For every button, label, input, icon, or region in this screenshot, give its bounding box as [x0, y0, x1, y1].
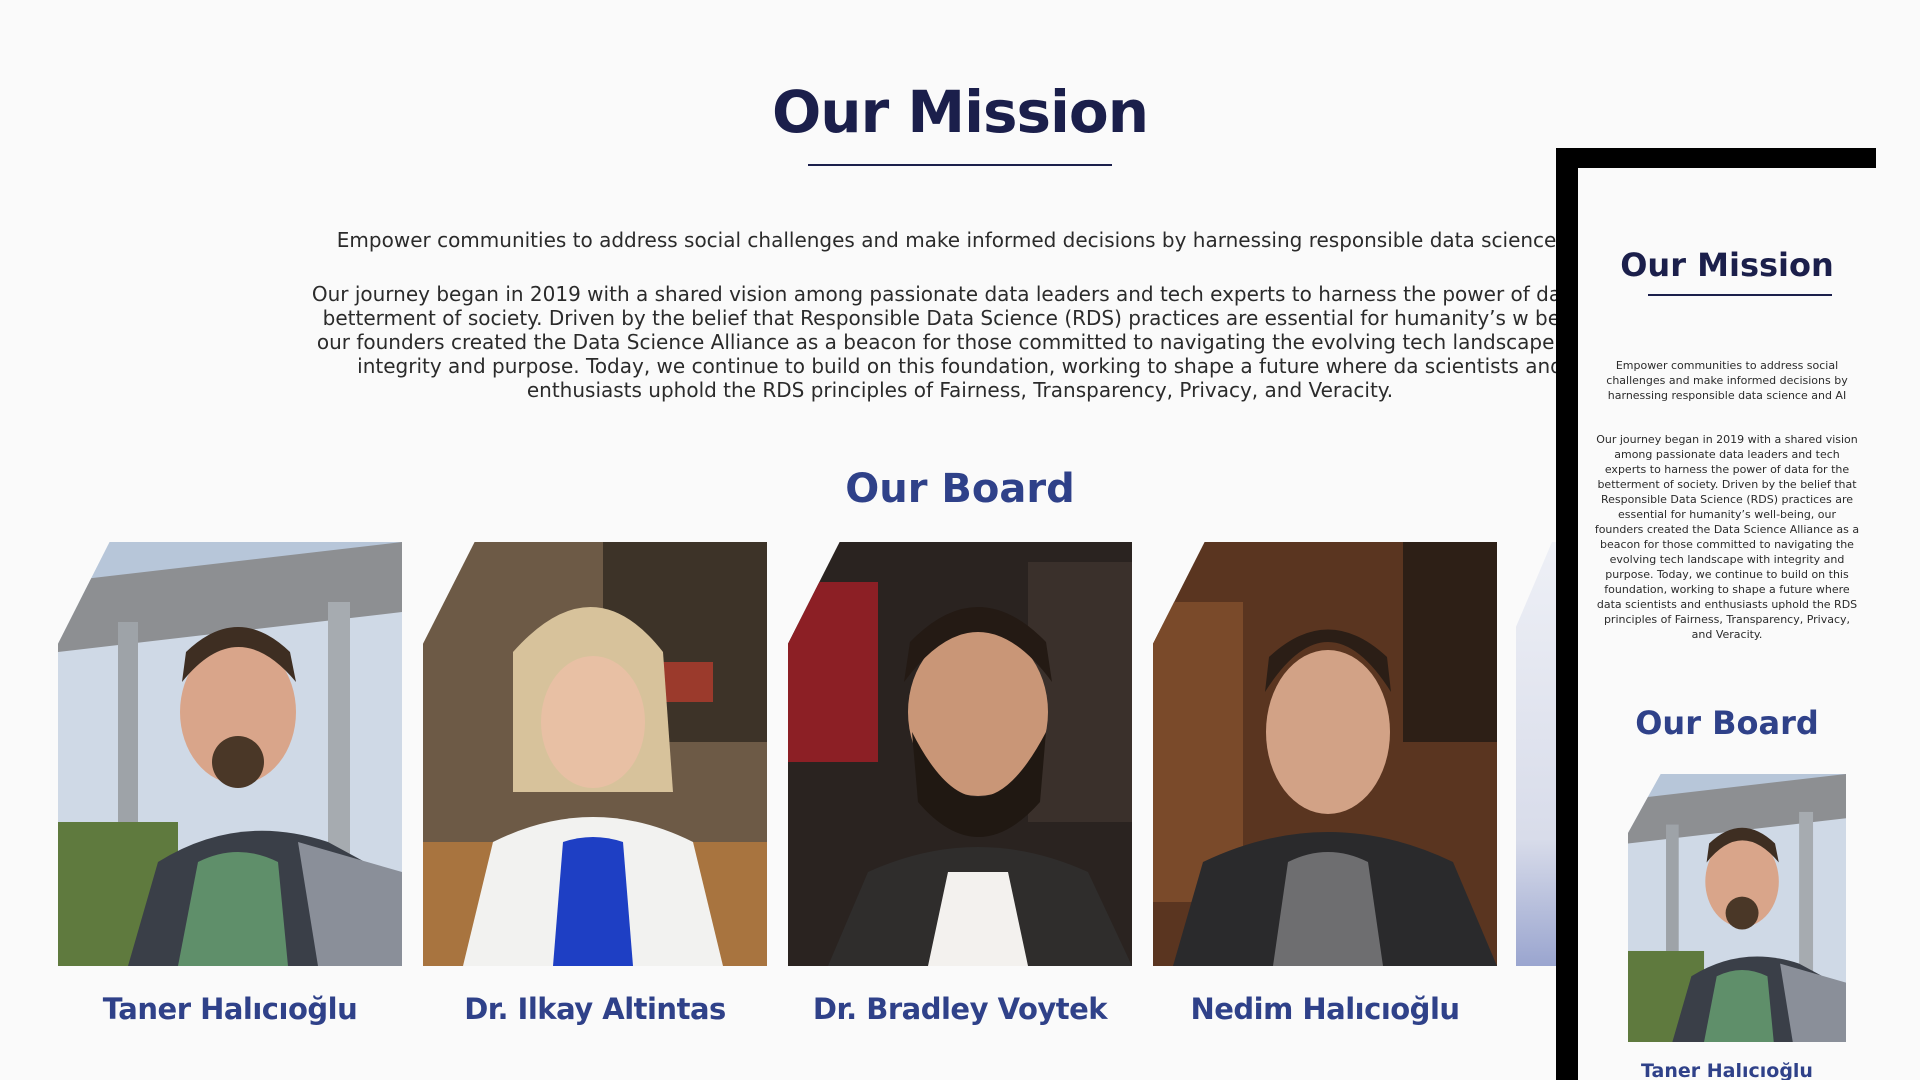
- board-member-photo[interactable]: [423, 542, 767, 966]
- mobile-board-member-photo[interactable]: [1628, 774, 1846, 1042]
- board-member-name[interactable]: Dr. Ilkay Altintas: [423, 992, 767, 1026]
- mobile-mission-lead: Empower communities to address social ch…: [1606, 359, 1848, 402]
- mobile-mission-story: Our journey began in 2019 with a shared …: [1594, 433, 1860, 641]
- mission-title-underline: [808, 164, 1112, 166]
- mobile-board-title: Our Board: [1635, 704, 1819, 742]
- board-member-photo[interactable]: [1153, 542, 1497, 966]
- board-member-photo[interactable]: [58, 542, 402, 966]
- mission-title: Our Mission: [771, 78, 1149, 146]
- board-member-name[interactable]: Dr. Bradley Voytek: [788, 992, 1132, 1026]
- mission-story-text: Our journey began in 2019 with a shared …: [311, 282, 1609, 402]
- mobile-preview-screen[interactable]: Our Mission Empower communities to addre…: [1578, 168, 1876, 1080]
- board-member-card[interactable]: Dr. Ilkay Altintas: [423, 542, 767, 1026]
- board-member-name[interactable]: Nedim Halıcıoğlu: [1153, 992, 1497, 1026]
- board-member-card[interactable]: Nedim Halıcıoğlu: [1153, 542, 1497, 1026]
- mobile-board-member-name[interactable]: Taner Halıcıoğlu: [1578, 1060, 1876, 1080]
- board-member-card[interactable]: Taner Halıcıoğlu: [58, 542, 402, 1026]
- mobile-mission-underline: [1648, 294, 1832, 296]
- mobile-mission-title: Our Mission: [1620, 246, 1834, 284]
- board-member-card[interactable]: Dr. Bradley Voytek: [788, 542, 1132, 1026]
- mission-lead-text: Empower communities to address social ch…: [336, 228, 1584, 252]
- board-member-name[interactable]: Taner Halıcıoğlu: [58, 992, 402, 1026]
- page: Our Mission Empower communities to addre…: [0, 0, 1920, 1080]
- board-member-photo[interactable]: [788, 542, 1132, 966]
